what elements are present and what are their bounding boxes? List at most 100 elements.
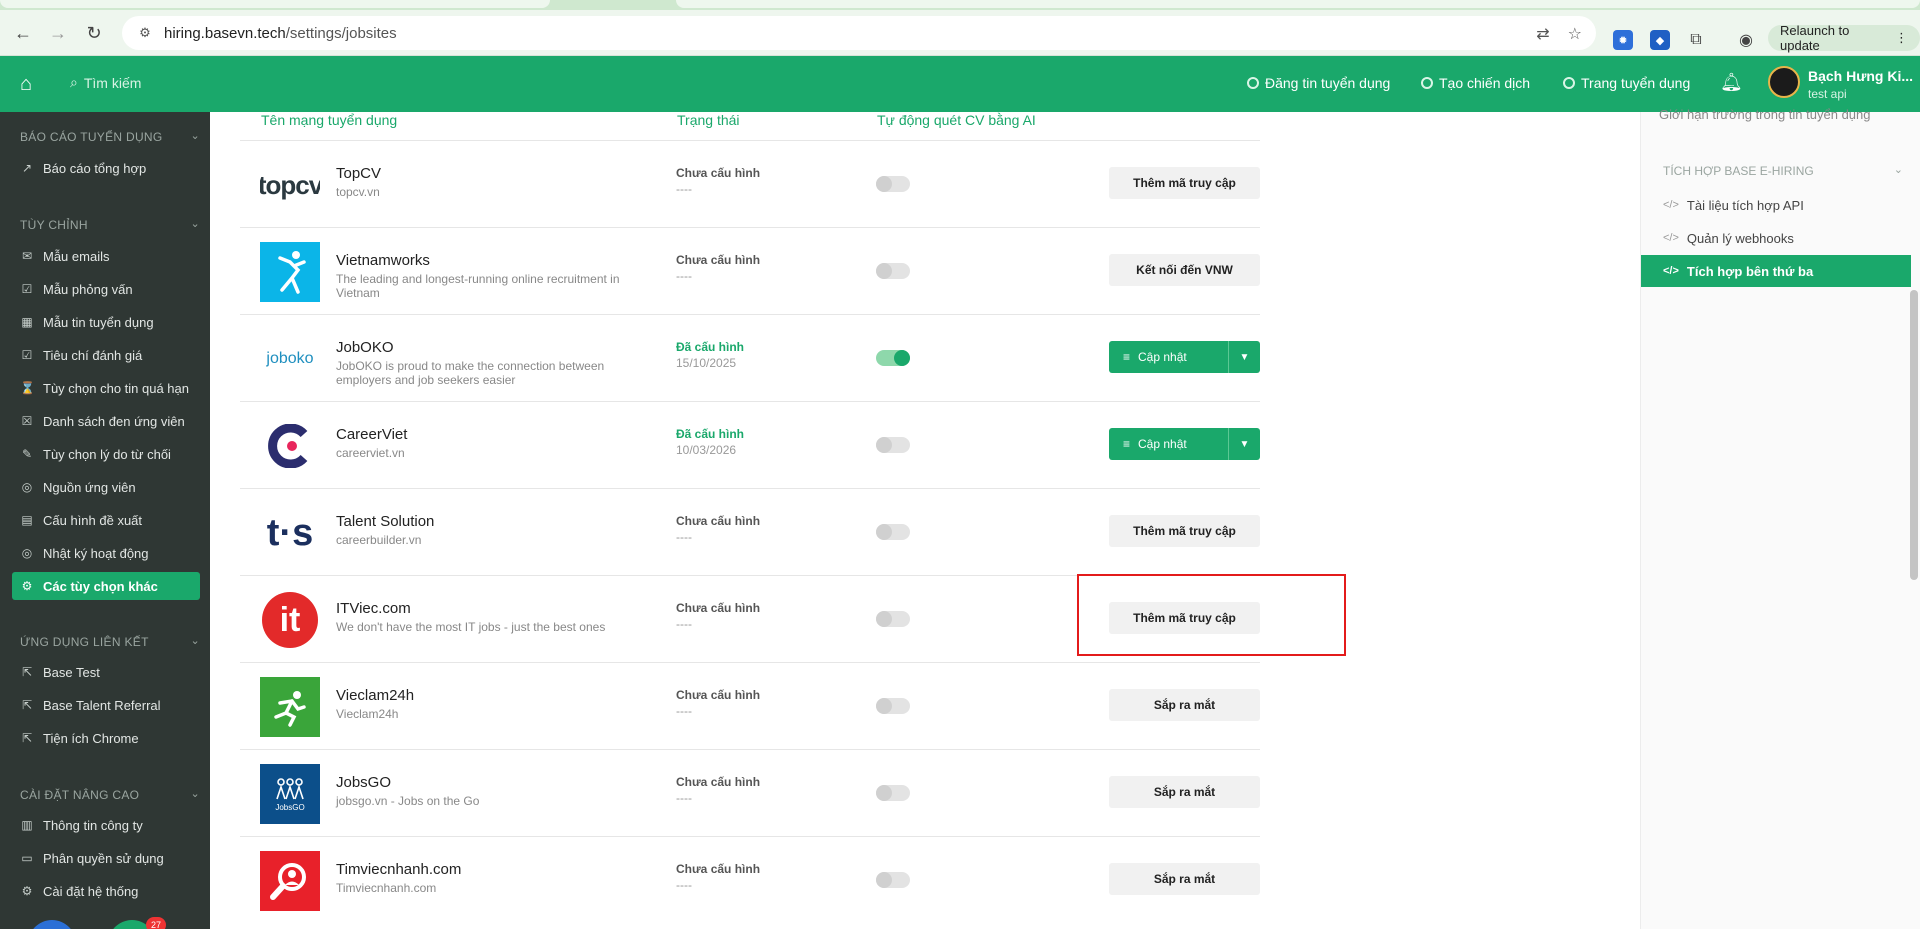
sidebar-item-evaluation-criteria[interactable]: ☑ Tiêu chí đánh giá — [12, 341, 200, 369]
sidebar-section-linked-apps[interactable]: ỨNG DỤNG LIÊN KẾT ⌄ — [20, 635, 200, 649]
sidebar-item-proposal-config[interactable]: ▤ Cấu hình đề xuất — [12, 506, 200, 534]
jobsite-name: ITViec.com — [336, 600, 411, 617]
sidebar-item-interview-templates[interactable]: ☑ Mẫu phỏng vấn — [12, 275, 200, 303]
right-item-webhooks[interactable]: </> Quản lý webhooks — [1641, 222, 1911, 254]
plus-circle-icon — [1247, 77, 1259, 89]
coming-soon-button[interactable]: Sắp ra mắt — [1109, 689, 1260, 721]
sidebar-section-report[interactable]: BÁO CÁO TUYỂN DỤNG ⌄ — [20, 130, 200, 144]
search-box[interactable]: ⌕ Tìm kiếm — [70, 74, 141, 91]
connect-vnw-button[interactable]: Kết nối đến VNW — [1109, 254, 1260, 286]
right-item-third-party[interactable]: </> Tích hợp bên thứ ba — [1641, 255, 1911, 287]
more-menu-icon[interactable]: ⋮ — [1895, 30, 1908, 46]
browser-tab[interactable] — [676, 0, 1920, 8]
runner-icon — [274, 691, 306, 727]
sidebar-item-activity-log[interactable]: ◎ Nhật ký hoạt động — [12, 539, 200, 567]
sidebar-item-other-options[interactable]: ⚙ Các tùy chọn khác — [12, 572, 200, 600]
caret-down-icon[interactable]: ▼ — [1228, 428, 1260, 460]
ai-scan-toggle[interactable] — [876, 350, 910, 366]
left-sidebar: BÁO CÁO TUYỂN DỤNG ⌄ ↗ Báo cáo tổng hợp TÙ… — [0, 112, 210, 929]
home-icon[interactable]: ⌂ — [20, 73, 32, 96]
sidebar-item-candidate-sources[interactable]: ◎ Nguồn ứng viên — [12, 473, 200, 501]
translate-icon[interactable]: ⇄ — [1536, 24, 1549, 44]
status-label: Chưa cấu hình — [676, 775, 761, 789]
sidebar-section-customize[interactable]: TÙY CHỈNH ⌄ — [20, 218, 200, 232]
update-button[interactable]: ≡ Cập nhật ▼ — [1109, 428, 1260, 460]
ai-scan-toggle[interactable] — [876, 263, 910, 279]
list-icon: ≡ — [1123, 437, 1131, 451]
reload-icon[interactable]: ↻ — [83, 22, 105, 44]
ai-scan-toggle[interactable] — [876, 437, 910, 453]
sidebar-item-company-info[interactable]: ▥ Thông tin công ty — [12, 811, 200, 839]
chevron-down-icon: ⌄ — [190, 218, 200, 230]
right-section-title[interactable]: TÍCH HỢP BASE E-HIRING ⌄ — [1663, 164, 1903, 178]
site-info-icon[interactable]: ⚙ — [136, 24, 154, 42]
address-bar[interactable]: ⚙ hiring.basevn.tech/settings/jobsites ⇄… — [122, 16, 1596, 50]
status-label: Chưa cấu hình — [676, 166, 761, 180]
jobsite-name: Talent Solution — [336, 513, 435, 530]
sidebar-item-job-templates[interactable]: ▦ Mẫu tin tuyển dụng — [12, 308, 200, 336]
code-icon: </> — [1663, 199, 1679, 211]
sidebar-item-summary-report[interactable]: ↗ Báo cáo tổng hợp — [12, 154, 200, 182]
caret-down-icon[interactable]: ▼ — [1228, 341, 1260, 373]
sidebar-item-base-talent-referral[interactable]: ⇱ Base Talent Referral — [12, 691, 200, 719]
bookmark-star-icon[interactable]: ☆ — [1568, 24, 1582, 44]
list-icon: ≡ — [1123, 350, 1131, 364]
sidebar-item-rejection-reasons[interactable]: ✎ Tùy chọn lý do từ chối — [12, 440, 200, 468]
sidebar-item-permissions[interactable]: ▭ Phân quyền sử dụng — [12, 844, 200, 872]
ai-scan-toggle[interactable] — [876, 785, 910, 801]
clipped-menu-item[interactable]: Giới hạn trường trong tin tuyển dụng — [1659, 107, 1871, 122]
jobsite-description: jobsgo.vn - Jobs on the Go — [336, 794, 480, 808]
app-launcher-icon[interactable] — [28, 920, 76, 929]
profile-icon[interactable]: ◉ — [1736, 30, 1756, 50]
scrollbar[interactable] — [1910, 290, 1918, 580]
sidebar-item-system-settings[interactable]: ⚙ Cài đặt hệ thống — [12, 877, 200, 905]
ai-scan-toggle[interactable] — [876, 698, 910, 714]
browser-tab[interactable] — [0, 0, 550, 8]
coming-soon-button[interactable]: Sắp ra mắt — [1109, 776, 1260, 808]
ai-scan-toggle[interactable] — [876, 872, 910, 888]
create-campaign-link[interactable]: Tạo chiến dịch — [1421, 75, 1530, 91]
status-date: ---- — [676, 617, 692, 631]
vieclam24h-logo — [260, 677, 320, 737]
sidebar-item-email-templates[interactable]: ✉ Mẫu emails — [12, 242, 200, 270]
extension-icon[interactable]: ✹ — [1613, 30, 1633, 50]
topcv-logo: topcv — [260, 169, 320, 200]
status-date: ---- — [676, 269, 692, 283]
ai-scan-toggle[interactable] — [876, 524, 910, 540]
add-access-code-button[interactable]: Thêm mã truy cập — [1109, 515, 1260, 547]
status-date: ---- — [676, 704, 692, 718]
back-icon[interactable]: ← — [12, 22, 34, 44]
sidebar-item-expired-job-options[interactable]: ⌛ Tùy chọn cho tin quá hạn — [12, 374, 200, 402]
table-row: JobsGO JobsGO jobsgo.vn - Jobs on the Go… — [240, 749, 1260, 836]
url-text: hiring.basevn.tech/settings/jobsites — [164, 24, 397, 42]
bell-icon[interactable]: 🔔︎ — [1720, 72, 1743, 93]
sidebar-item-chrome-extension[interactable]: ⇱ Tiện ích Chrome — [12, 724, 200, 752]
table-row: joboko JobOKO JobOKO is proud to make th… — [240, 314, 1260, 401]
extensions-puzzle-icon[interactable]: ⧉ — [1686, 30, 1706, 50]
x-square-icon: ☒ — [21, 414, 33, 428]
sidebar-item-candidate-blacklist[interactable]: ☒ Danh sách đen ứng viên — [12, 407, 200, 435]
extension-icon[interactable]: ◆ — [1650, 30, 1670, 50]
status-date: 10/03/2026 — [676, 443, 737, 457]
user-name[interactable]: Bạch Hưng Ki... — [1808, 68, 1913, 84]
forward-icon[interactable]: → — [47, 22, 69, 44]
user-subtitle: test api — [1808, 87, 1847, 101]
external-link-icon: ⇱ — [21, 731, 33, 745]
code-icon: </> — [1663, 265, 1679, 277]
relaunch-button[interactable]: Relaunch to update ⋮ — [1768, 23, 1920, 53]
coming-soon-button[interactable]: Sắp ra mắt — [1109, 863, 1260, 895]
ai-scan-toggle[interactable] — [876, 176, 910, 192]
document-icon: ▤ — [21, 513, 33, 527]
sidebar-item-base-test[interactable]: ⇱ Base Test — [12, 658, 200, 686]
right-item-api-docs[interactable]: </> Tài liệu tích hợp API — [1641, 189, 1911, 221]
avatar[interactable] — [1768, 66, 1800, 98]
career-page-link[interactable]: Trang tuyển dụng — [1563, 75, 1690, 91]
post-job-link[interactable]: Đăng tin tuyển dụng — [1247, 75, 1390, 91]
add-access-code-button[interactable]: Thêm mã truy cập — [1109, 167, 1260, 199]
update-button[interactable]: ≡ Cập nhật ▼ — [1109, 341, 1260, 373]
status-date: ---- — [676, 878, 692, 892]
hourglass-icon: ⌛ — [20, 381, 35, 395]
ai-scan-toggle[interactable] — [876, 611, 910, 627]
jobsite-name: CareerViet — [336, 426, 408, 443]
sidebar-section-advanced[interactable]: CÀI ĐẶT NÂNG CAO ⌄ — [20, 788, 200, 802]
